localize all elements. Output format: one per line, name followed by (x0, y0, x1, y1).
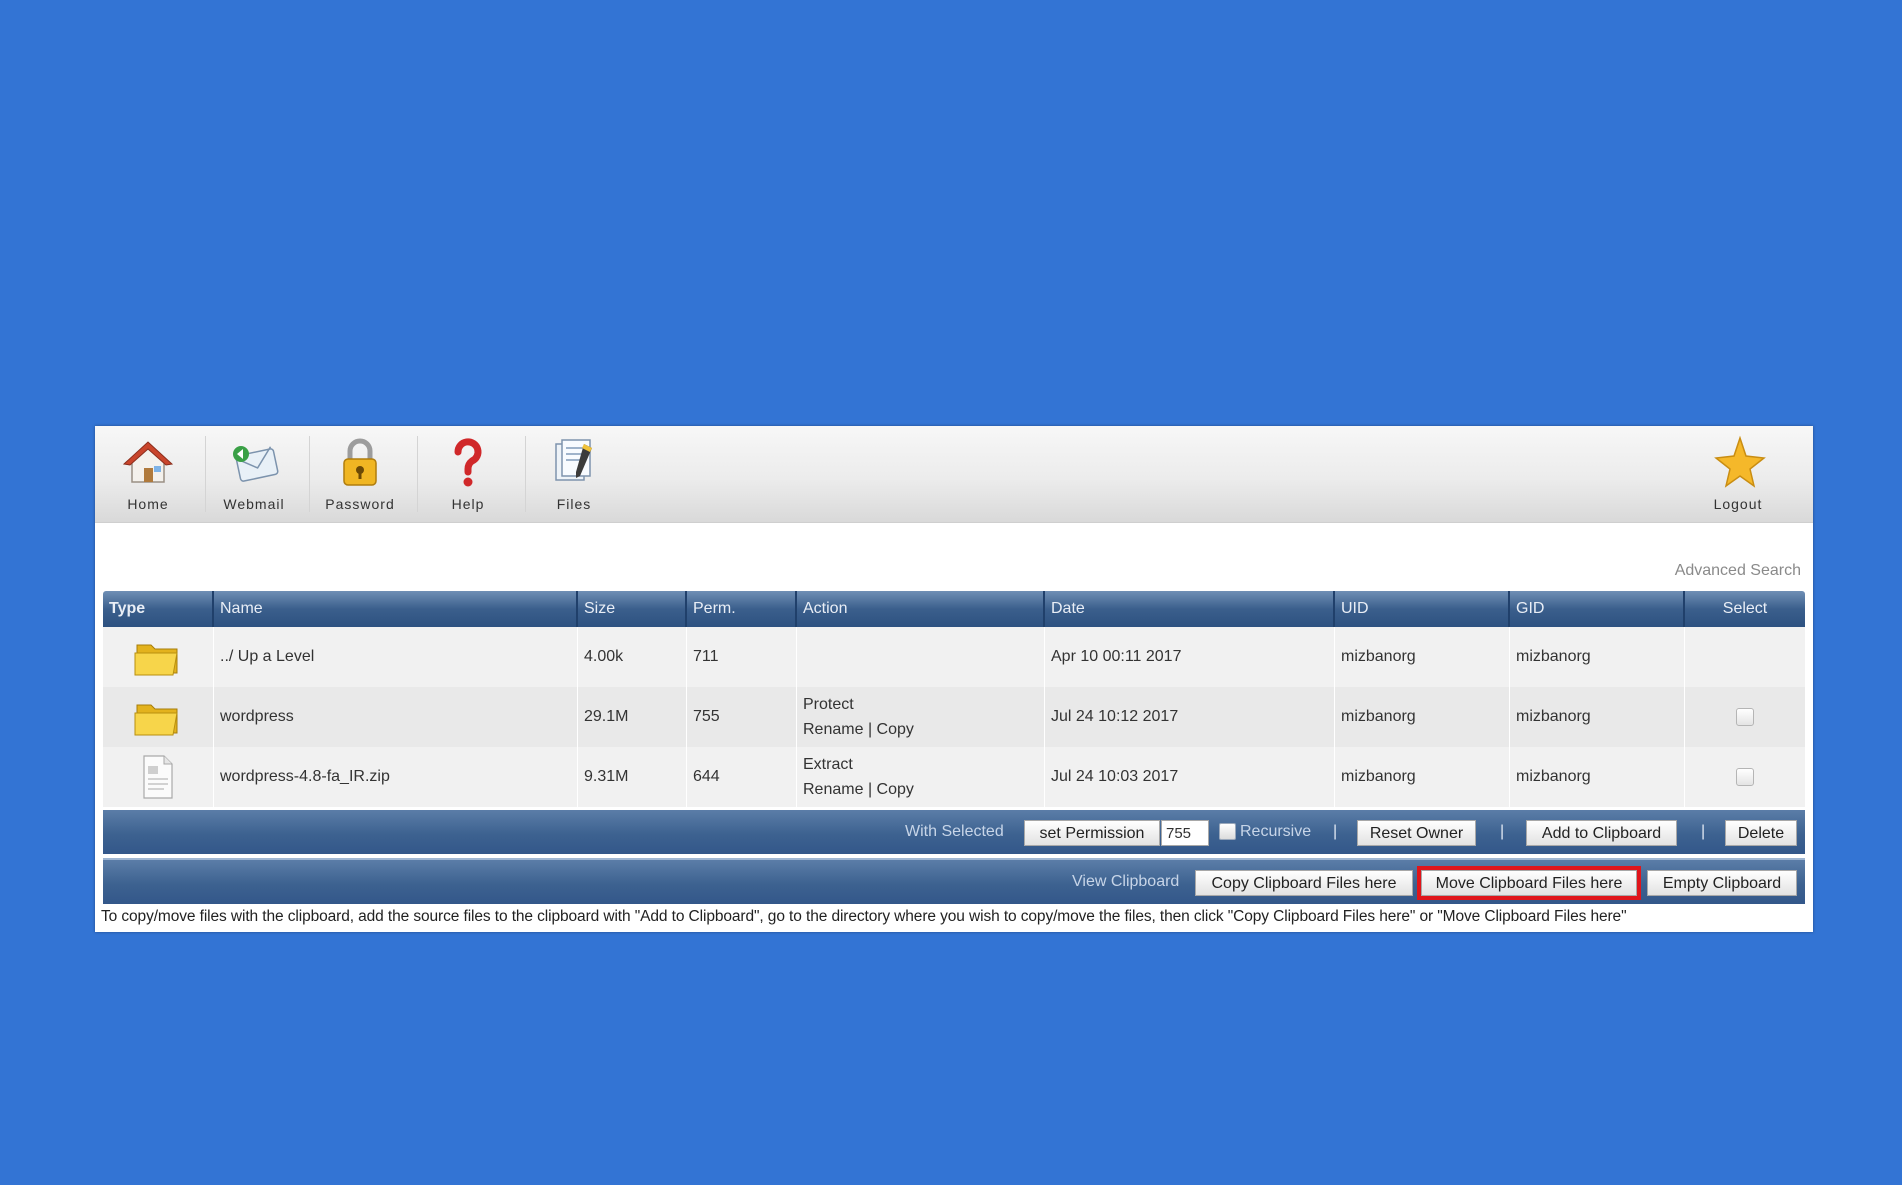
permission-input[interactable] (1161, 820, 1209, 846)
reset-owner-button[interactable]: Reset Owner (1357, 820, 1476, 846)
move-clipboard-here-button[interactable]: Move Clipboard Files here (1417, 866, 1641, 900)
file-gid: mizbanorg (1510, 747, 1685, 807)
password-label: Password (325, 496, 395, 512)
file-size: 9.31M (578, 747, 687, 807)
with-selected-label: With Selected (905, 823, 1004, 840)
file-size: 4.00k (578, 627, 687, 687)
table-row: wordpress-4.8-fa_IR.zip 9.31M 644 Extrac… (103, 747, 1805, 807)
extract-link[interactable]: Extract (803, 756, 853, 773)
header-action: Action (797, 591, 1045, 627)
clipboard-bar: View Clipboard Copy Clipboard Files here… (103, 858, 1805, 904)
table-row: ../ Up a Level 4.00k 711 Apr 10 00:11 20… (103, 627, 1805, 687)
home-label: Home (127, 496, 169, 512)
file-actions (797, 627, 1045, 687)
help-label: Help (451, 496, 485, 512)
file-uid: mizbanorg (1335, 627, 1510, 687)
header-size[interactable]: Size (578, 591, 687, 627)
logout-label: Logout (1713, 496, 1763, 512)
type-cell (103, 687, 214, 747)
rename-link[interactable]: Rename (803, 781, 863, 798)
action-separator: | (867, 781, 873, 798)
file-gid: mizbanorg (1510, 687, 1685, 747)
logout-star-icon (1714, 435, 1766, 488)
view-clipboard-link[interactable]: View Clipboard (1072, 860, 1179, 904)
help-button[interactable]: Help (423, 432, 513, 516)
header-type[interactable]: Type (103, 591, 214, 627)
help-icon (454, 438, 482, 487)
webmail-label: Webmail (223, 496, 285, 512)
password-button[interactable]: Password (315, 432, 405, 516)
header-name[interactable]: Name (214, 591, 578, 627)
file-table: Type Name Size Perm. Action Date UID GID… (103, 591, 1805, 807)
home-icon (122, 441, 174, 483)
header-date[interactable]: Date (1045, 591, 1335, 627)
file-perm[interactable]: 644 (687, 747, 797, 807)
copy-link[interactable]: Copy (877, 721, 914, 738)
file-date: Jul 24 10:03 2017 (1045, 747, 1335, 807)
logout-button[interactable]: Logout (1693, 432, 1783, 516)
copy-link[interactable]: Copy (877, 781, 914, 798)
file-uid: mizbanorg (1335, 687, 1510, 747)
protect-link[interactable]: Protect (803, 696, 854, 713)
files-button[interactable]: Files (529, 432, 619, 516)
header-uid[interactable]: UID (1335, 591, 1510, 627)
pipe-separator: | (1701, 823, 1706, 840)
file-manager-panel: Home Webmail Password Help Files Logout … (95, 426, 1813, 932)
file-gid: mizbanorg (1510, 627, 1685, 687)
pipe-separator: | (1333, 823, 1338, 840)
folder-icon[interactable] (133, 637, 183, 677)
file-date: Jul 24 10:12 2017 (1045, 687, 1335, 747)
select-checkbox[interactable] (1736, 708, 1754, 726)
file-size: 29.1M (578, 687, 687, 747)
type-cell (103, 747, 214, 807)
recursive-label: Recursive (1240, 823, 1312, 840)
add-to-clipboard-button[interactable]: Add to Clipboard (1526, 820, 1677, 846)
file-perm[interactable]: 711 (687, 627, 797, 687)
file-actions: Protect Rename | Copy (797, 687, 1045, 747)
file-icon[interactable] (138, 754, 178, 800)
empty-clipboard-button[interactable]: Empty Clipboard (1647, 870, 1797, 896)
action-separator: | (867, 721, 873, 738)
with-selected-bar: With Selected set Permission Recursive |… (103, 810, 1805, 854)
home-button[interactable]: Home (103, 432, 193, 516)
pipe-separator: | (1500, 823, 1505, 840)
type-cell (103, 627, 214, 687)
select-checkbox[interactable] (1736, 768, 1754, 786)
files-icon (555, 439, 592, 481)
advanced-search-link[interactable]: Advanced Search (1675, 562, 1801, 580)
file-name[interactable]: wordpress (214, 687, 578, 747)
set-permission-button[interactable]: set Permission (1024, 820, 1160, 846)
top-toolbar: Home Webmail Password Help Files Logout (95, 426, 1813, 523)
folder-icon[interactable] (133, 697, 183, 737)
file-name[interactable]: wordpress-4.8-fa_IR.zip (214, 747, 578, 807)
header-gid[interactable]: GID (1510, 591, 1685, 627)
recursive-checkbox[interactable] (1219, 823, 1236, 840)
rename-link[interactable]: Rename (803, 721, 863, 738)
select-cell (1685, 687, 1805, 747)
webmail-icon (233, 446, 279, 482)
delete-button[interactable]: Delete (1725, 820, 1797, 846)
select-cell (1685, 747, 1805, 807)
webmail-button[interactable]: Webmail (209, 432, 299, 516)
copy-clipboard-here-button[interactable]: Copy Clipboard Files here (1195, 870, 1413, 896)
clipboard-help-note: To copy/move files with the clipboard, a… (101, 908, 1627, 925)
files-label: Files (556, 496, 592, 512)
file-actions: Extract Rename | Copy (797, 747, 1045, 807)
file-uid: mizbanorg (1335, 747, 1510, 807)
file-perm[interactable]: 755 (687, 687, 797, 747)
file-date: Apr 10 00:11 2017 (1045, 627, 1335, 687)
header-perm[interactable]: Perm. (687, 591, 797, 627)
table-header: Type Name Size Perm. Action Date UID GID… (103, 591, 1805, 627)
header-select: Select (1722, 600, 1768, 617)
file-name[interactable]: ../ Up a Level (214, 627, 578, 687)
padlock-icon (343, 438, 377, 486)
table-row: wordpress 29.1M 755 Protect Rename | Cop… (103, 687, 1805, 747)
select-cell (1685, 627, 1805, 687)
